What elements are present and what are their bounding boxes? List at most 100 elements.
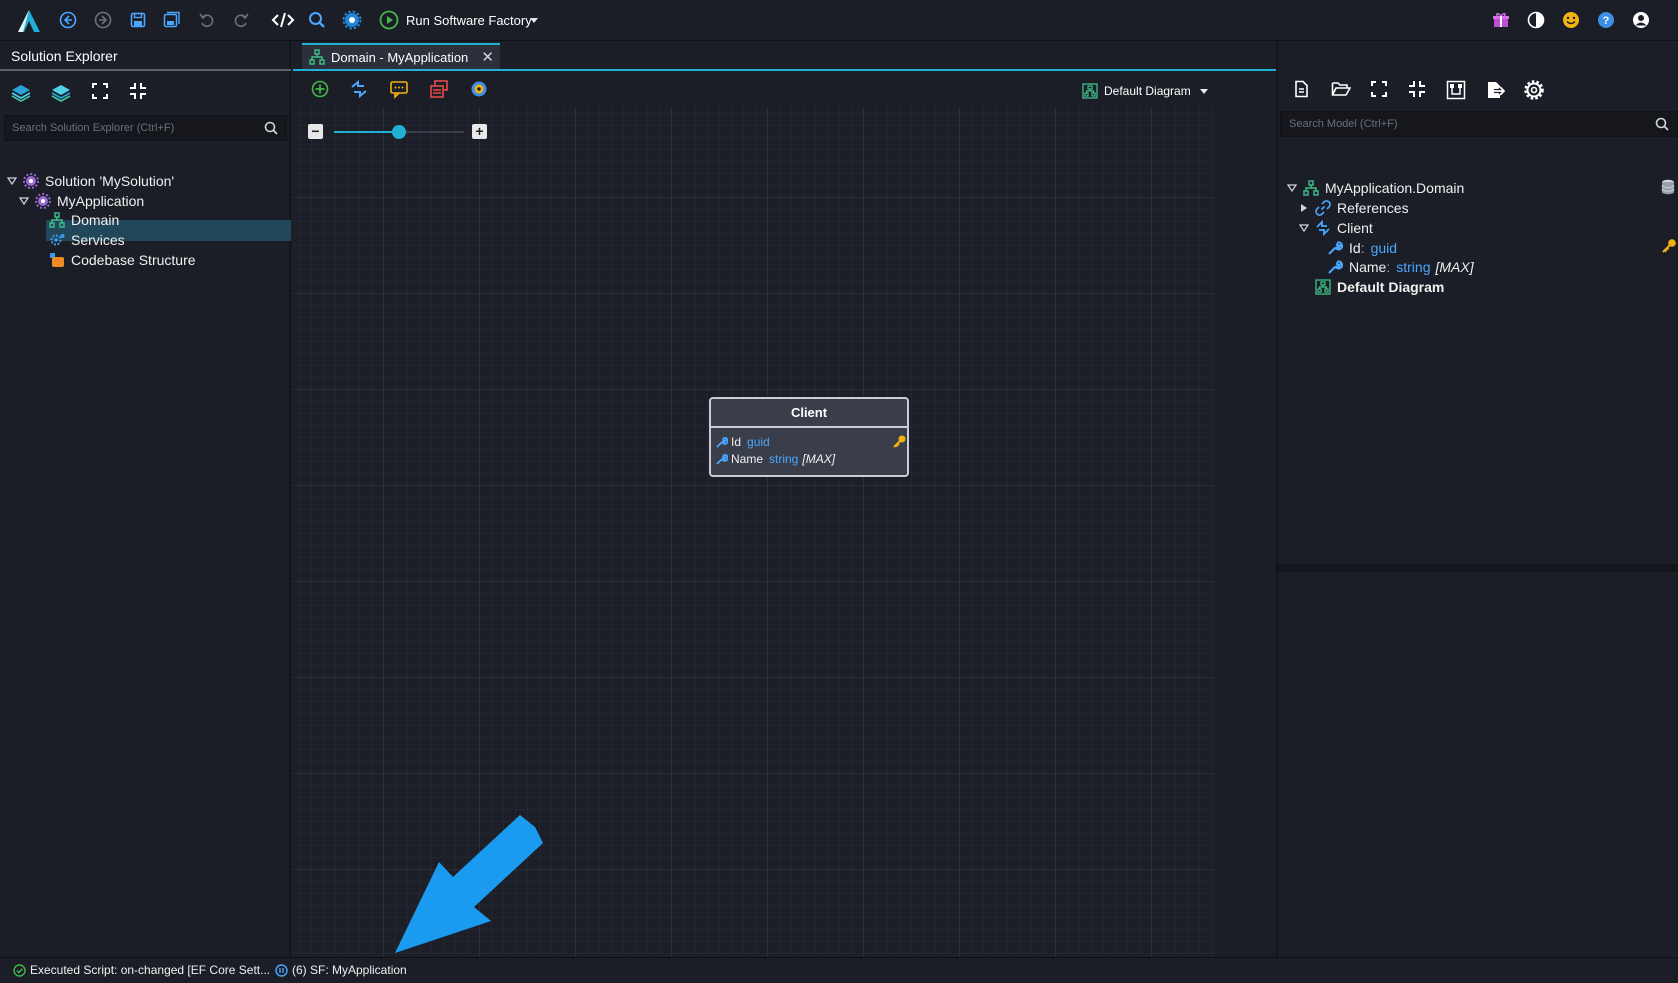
expand-triangle-icon[interactable]	[1298, 202, 1310, 214]
collapse-triangle-icon[interactable]	[1286, 182, 1298, 194]
add-element-icon[interactable]	[310, 79, 332, 101]
search-icon[interactable]	[264, 121, 278, 138]
undo-icon[interactable]	[196, 9, 218, 31]
attribute-type: guid	[747, 435, 770, 449]
layers-icon[interactable]	[10, 82, 32, 104]
redo-icon[interactable]	[230, 9, 252, 31]
database-icon[interactable]	[1661, 179, 1675, 195]
chevron-down-icon[interactable]	[1199, 86, 1209, 96]
run-software-factory-button[interactable]: Run Software Factory	[406, 13, 532, 28]
pause-circle-icon	[275, 963, 288, 977]
class-icon[interactable]	[349, 79, 371, 101]
close-icon[interactable]: ✕	[481, 48, 494, 66]
model-tree-default-diagram[interactable]: Default Diagram	[1314, 277, 1444, 297]
save-all-icon[interactable]	[161, 9, 183, 31]
export-icon[interactable]	[1485, 80, 1507, 102]
wrench-icon	[1326, 258, 1344, 276]
entity-attribute-name[interactable]: Name string [MAX]	[715, 451, 835, 467]
script-status[interactable]: Executed Script: on-changed [EF Core Set…	[13, 963, 270, 977]
main-toolbar: Run Software Factory ?	[0, 0, 1678, 41]
attribute-modifier: [MAX]	[1435, 259, 1474, 275]
attribute-name: Name	[1349, 259, 1387, 275]
key-icon	[892, 434, 907, 449]
model-search-input[interactable]	[1281, 112, 1641, 136]
search-icon[interactable]	[1655, 117, 1669, 134]
tab-label: Domain - MyApplication	[331, 49, 469, 65]
model-tree-root[interactable]: MyApplication.Domain	[1286, 178, 1464, 198]
entity-attribute-id[interactable]: Id guid	[715, 434, 907, 450]
feedback-smiley-icon[interactable]	[1560, 9, 1582, 31]
attribute-name: Name	[731, 452, 764, 466]
layers-filter-icon[interactable]	[50, 82, 72, 104]
gift-icon[interactable]	[1490, 9, 1512, 31]
tree-item-application[interactable]: MyApplication	[18, 191, 144, 211]
zoom-control: − +	[308, 123, 498, 141]
script-status-text: Executed Script: on-changed [EF Core Set…	[30, 963, 271, 977]
forward-icon[interactable]	[92, 9, 114, 31]
gear-icon[interactable]	[341, 9, 363, 31]
expand-icon[interactable]	[91, 82, 113, 104]
help-icon[interactable]: ?	[1595, 9, 1617, 31]
software-factory-status[interactable]: (6) SF: MyApplication	[275, 963, 407, 977]
collapse-triangle-icon[interactable]	[1298, 222, 1310, 234]
zoom-out-button[interactable]: −	[308, 124, 323, 139]
model-tree-attribute-id[interactable]: Id: guid	[1326, 238, 1397, 258]
back-icon[interactable]	[57, 9, 79, 31]
zoom-slider-thumb[interactable]	[392, 125, 406, 139]
domain-icon	[1302, 179, 1320, 197]
diagram-toolbar: Default Diagram	[293, 73, 1266, 107]
tree-item-solution[interactable]: Solution 'MySolution'	[6, 171, 174, 191]
tree-item-services[interactable]: Services	[48, 230, 125, 250]
diagram-select-dropdown[interactable]: Default Diagram	[1081, 81, 1209, 101]
wrench-icon	[715, 436, 728, 449]
tree-item-label: Default Diagram	[1337, 279, 1445, 295]
status-bar: Executed Script: on-changed [EF Core Set…	[0, 957, 1678, 983]
run-dropdown-chevron-icon[interactable]	[523, 9, 545, 31]
collapse-triangle-icon[interactable]	[18, 195, 30, 207]
services-icon	[48, 231, 66, 249]
domain-icon	[48, 211, 66, 229]
zoom-in-button[interactable]: +	[472, 124, 487, 139]
attribute-separator: :	[1360, 240, 1365, 256]
collapse-icon[interactable]	[129, 82, 151, 104]
solution-search-box	[4, 115, 287, 141]
tree-item-label: References	[1337, 200, 1409, 216]
codebase-structure-icon	[48, 251, 66, 269]
solution-search-input[interactable]	[5, 116, 255, 140]
entity-title: Client	[711, 399, 907, 428]
model-tree-references[interactable]: References	[1298, 198, 1409, 218]
solution-explorer-panel: Solution Explorer Solution 'MySolution' …	[0, 41, 291, 957]
tree-item-label: Codebase Structure	[71, 252, 196, 268]
expand-icon[interactable]	[1370, 80, 1392, 102]
panel-splitter[interactable]	[1278, 564, 1678, 572]
code-icon[interactable]	[270, 9, 296, 31]
run-icon[interactable]	[378, 9, 400, 31]
diagram-icon	[1314, 278, 1332, 296]
canvas-scrollbar[interactable]	[1215, 107, 1266, 957]
model-tree-attribute-name[interactable]: Name: string [MAX]	[1326, 257, 1474, 277]
settings-icon[interactable]	[1524, 80, 1546, 102]
document-icon[interactable]	[1292, 80, 1314, 102]
solution-icon	[22, 172, 40, 190]
comment-icon[interactable]	[389, 79, 411, 101]
collapse-icon[interactable]	[1408, 80, 1430, 102]
search-icon[interactable]	[306, 9, 328, 31]
tab-domain-myapplication[interactable]: Domain - MyApplication ✕	[302, 43, 500, 69]
model-tree-client[interactable]: Client	[1298, 218, 1373, 238]
mapping-icon[interactable]	[1446, 80, 1468, 102]
tree-item-label: MyApplication	[57, 193, 145, 209]
tree-item-codebase-structure[interactable]: Codebase Structure	[48, 250, 196, 270]
collapse-triangle-icon[interactable]	[6, 175, 18, 187]
key-icon	[1661, 238, 1677, 254]
tree-item-label: Services	[71, 232, 125, 248]
account-icon[interactable]	[1630, 9, 1652, 31]
visual-settings-icon[interactable]	[469, 79, 491, 101]
save-icon[interactable]	[127, 9, 149, 31]
tree-item-domain[interactable]: Domain	[48, 210, 119, 230]
stack-icon[interactable]	[429, 79, 451, 101]
folder-open-icon[interactable]	[1331, 80, 1353, 102]
theme-toggle-icon[interactable]	[1525, 9, 1547, 31]
app-logo-icon	[16, 8, 42, 34]
attribute-separator: :	[1386, 259, 1391, 275]
entity-client[interactable]: Client Id guid Name string [MAX]	[709, 397, 909, 477]
